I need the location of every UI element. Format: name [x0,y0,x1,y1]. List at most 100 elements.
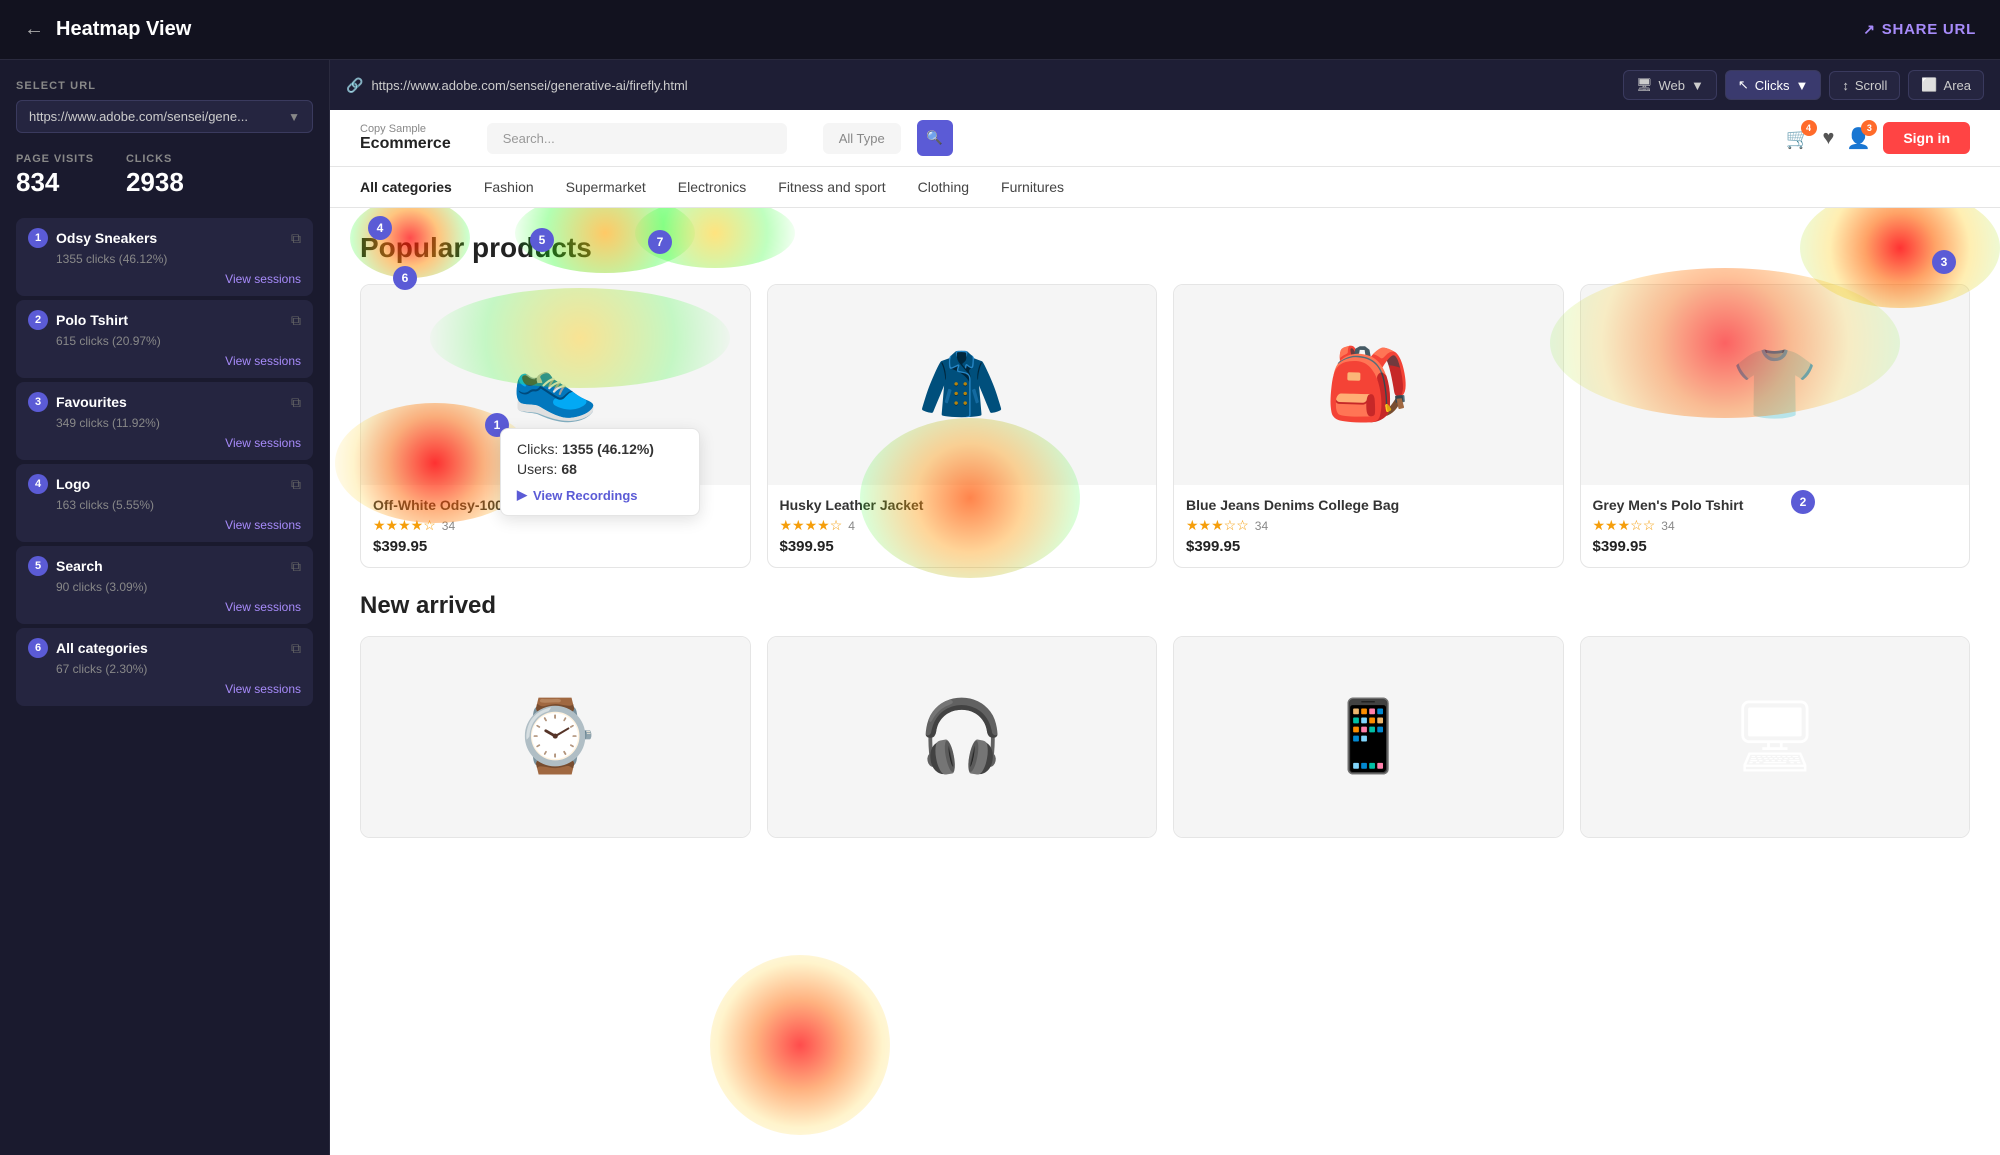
top-bar-left: ← Heatmap View [24,18,191,41]
category-supermarket[interactable]: Supermarket [566,179,646,195]
category-clothing[interactable]: Clothing [918,179,969,195]
account-icon-wrapper: 👤 3 [1846,126,1871,151]
product-stars: ★★★★☆ [780,517,843,534]
copy-icon[interactable]: ⧉ [291,394,301,411]
product-card[interactable]: 🖥 [1580,636,1971,838]
product-image: ⌚ [361,637,750,837]
product-card[interactable]: 🧥 Husky Leather Jacket ★★★★☆ 4 $399.95 [767,284,1158,568]
category-fitness[interactable]: Fitness and sport [778,179,885,195]
item-name: Logo [56,476,283,492]
copy-icon[interactable]: ⧉ [291,640,301,657]
tooltip-clicks-value: 1355 (46.12%) [562,441,654,457]
product-price: $399.95 [1186,538,1551,555]
item-number: 6 [28,638,48,658]
product-name: Husky Leather Jacket [780,497,1145,513]
link-icon: 🔗 [346,77,363,94]
item-name: Polo Tshirt [56,312,283,328]
sidebar: SELECT URL https://www.adobe.com/sensei/… [0,60,330,1155]
view-sessions-link[interactable]: View sessions [28,518,301,532]
product-card[interactable]: 🎒 Blue Jeans Denims College Bag ★★★☆☆ 34… [1173,284,1564,568]
item-number: 5 [28,556,48,576]
item-name: All categories [56,640,283,656]
item-clicks: 1355 clicks (46.12%) [56,252,301,266]
share-url-label: SHARE URL [1882,21,1976,38]
page-visits-label: PAGE VISITS [16,153,94,165]
item-number: 1 [28,228,48,248]
product-image-placeholder: 🖥 [1730,696,1819,778]
tooltip-users-value: 68 [561,461,577,477]
list-item: 5 Search ⧉ 90 clicks (3.09%) View sessio… [16,546,313,624]
product-card[interactable]: 👟 Off-White Odsy-1000 Sneakers ★★★★☆ 34 … [360,284,751,568]
product-image: 👕 [1581,285,1970,485]
view-sessions-link[interactable]: View sessions [28,600,301,614]
view-sessions-link[interactable]: View sessions [28,682,301,696]
category-all[interactable]: All categories [360,179,452,195]
product-image: 🧥 [768,285,1157,485]
copy-icon[interactable]: ⧉ [291,476,301,493]
chevron-down-icon: ▼ [288,110,300,124]
item-clicks: 349 clicks (11.92%) [56,416,301,430]
product-card[interactable]: 👕 Grey Men's Polo Tshirt ★★★☆☆ 34 $399.9… [1580,284,1971,568]
clicks-chevron: ▼ [1795,78,1808,93]
product-image-placeholder: 👕 [1731,344,1818,426]
site-logo-text: Copy Sample [360,123,451,135]
share-url-button[interactable]: ↗ SHARE URL [1863,21,1976,38]
web-button[interactable]: 🖥 Web ▼ [1623,70,1717,100]
product-stars: ★★★☆☆ [1593,517,1656,534]
area-button[interactable]: ⬜ Area [1908,70,1984,100]
url-text: https://www.adobe.com/sensei/generative-… [371,78,687,93]
back-button[interactable]: ← [24,18,44,41]
top-bar: ← Heatmap View ↗ SHARE URL [0,0,2000,60]
select-url-label: SELECT URL [16,80,313,92]
sign-in-button[interactable]: Sign in [1883,122,1970,154]
url-selector[interactable]: https://www.adobe.com/sensei/gene... ▼ [16,100,313,133]
site-type-selector[interactable]: All Type [823,123,901,154]
copy-icon[interactable]: ⧉ [291,558,301,575]
scroll-button[interactable]: ↕ Scroll [1829,71,1900,100]
content-area: 🔗 https://www.adobe.com/sensei/generativ… [330,60,2000,1155]
products-grid: 👟 Off-White Odsy-1000 Sneakers ★★★★☆ 34 … [360,284,1970,568]
list-item: 2 Polo Tshirt ⧉ 615 clicks (20.97%) View… [16,300,313,378]
view-sessions-link[interactable]: View sessions [28,354,301,368]
share-icon: ↗ [1863,21,1875,38]
site-wrapper: Copy Sample Ecommerce Search... All Type… [330,110,2000,1155]
site-search-button[interactable]: 🔍 [917,120,953,156]
product-image-placeholder: 🧥 [918,344,1005,426]
product-image: 🖥 [1581,637,1970,837]
view-sessions-link[interactable]: View sessions [28,436,301,450]
popular-products-title: Popular products [360,232,1970,264]
page-visits-stat: PAGE VISITS 834 [16,153,94,198]
url-bar-inner: 🔗 https://www.adobe.com/sensei/generativ… [346,77,1611,94]
product-card[interactable]: 🎧 [767,636,1158,838]
wishlist-icon[interactable]: ♥ [1823,127,1835,150]
item-number: 4 [28,474,48,494]
product-reviews: 34 [1255,519,1268,533]
new-arrived-grid: ⌚ 🎧 📱 [360,636,1970,838]
copy-icon[interactable]: ⧉ [291,312,301,329]
type-selector-text: All Type [839,131,885,146]
product-price: $399.95 [373,538,738,555]
cursor-icon: ↖ [1738,77,1749,93]
heatmap-blob-9 [710,955,890,1135]
category-electronics[interactable]: Electronics [678,179,746,195]
category-furnitures[interactable]: Furnitures [1001,179,1064,195]
product-reviews: 34 [442,519,455,533]
product-card[interactable]: ⌚ [360,636,751,838]
search-placeholder: Search... [503,131,555,146]
clicks-button[interactable]: ↖ Clicks ▼ [1725,70,1821,100]
scroll-icon: ↕ [1842,78,1849,93]
category-fashion[interactable]: Fashion [484,179,534,195]
product-card[interactable]: 📱 [1173,636,1564,838]
clicks-value: 2938 [126,167,184,198]
url-bar: 🔗 https://www.adobe.com/sensei/generativ… [330,60,2000,110]
tooltip-clicks-label: Clicks: [517,441,558,457]
product-image: 📱 [1174,637,1563,837]
view-recordings-button[interactable]: ▶ View Recordings [517,487,638,503]
copy-icon[interactable]: ⧉ [291,230,301,247]
url-selector-text: https://www.adobe.com/sensei/gene... [29,109,248,124]
item-clicks: 67 clicks (2.30%) [56,662,301,676]
tooltip-users: Users: 68 [517,461,683,477]
view-sessions-link[interactable]: View sessions [28,272,301,286]
tooltip: Clicks: 1355 (46.12%) Users: 68 ▶ View R… [500,428,700,516]
site-search-input[interactable]: Search... [487,123,787,154]
